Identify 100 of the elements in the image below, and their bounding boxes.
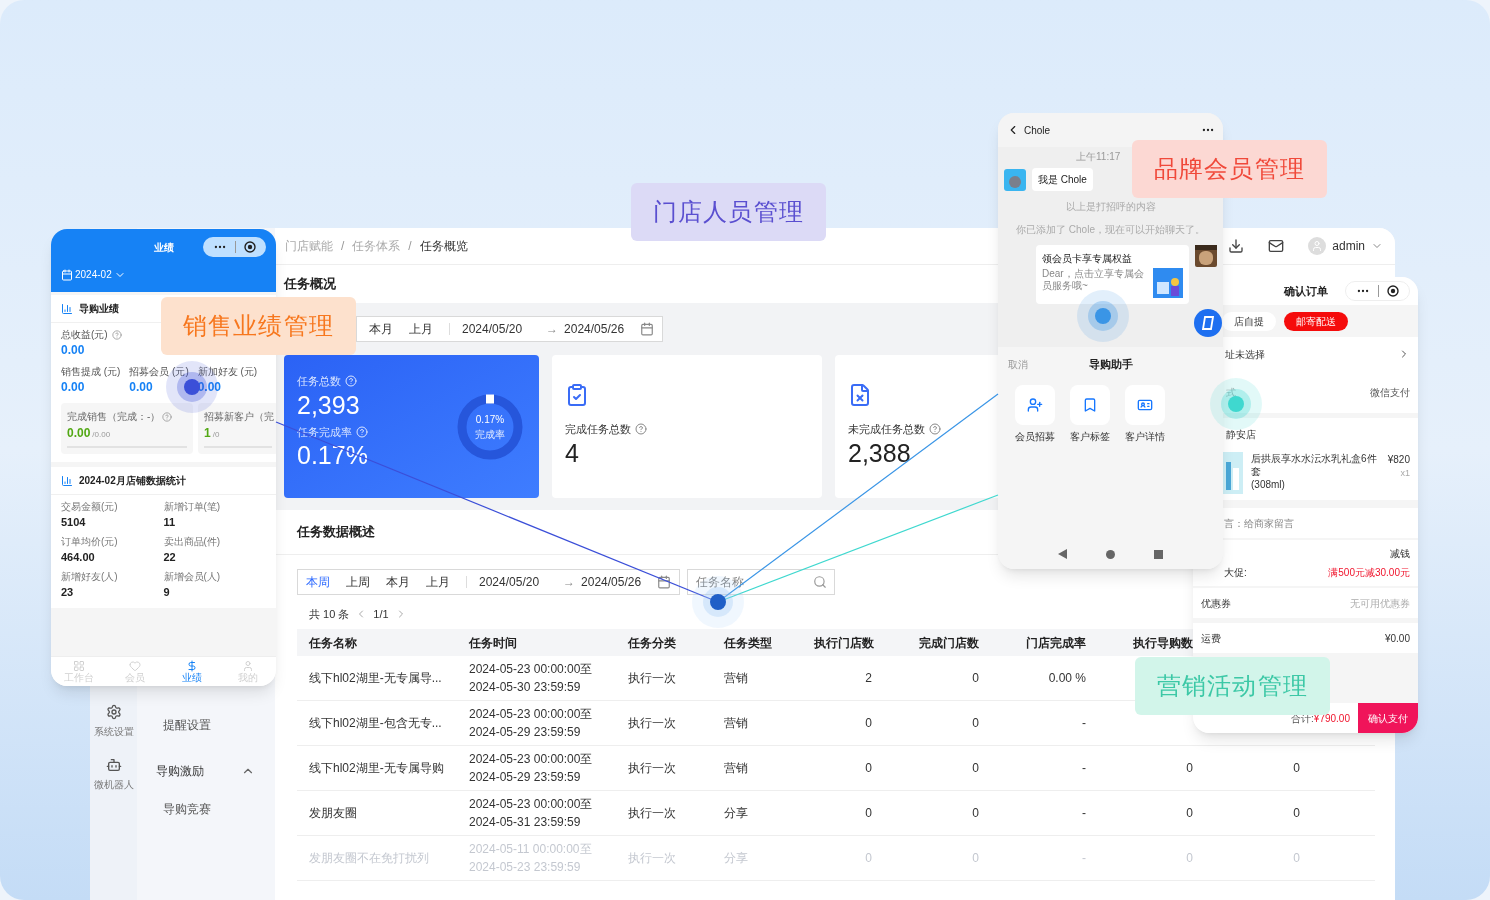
table-cell-text: 2024-05-23 00:00:00至 2024-05-30 23:59:59: [468, 661, 594, 696]
column-header: 任务分类: [627, 634, 677, 652]
submenu-item[interactable]: 提醒设置: [137, 706, 275, 744]
sidebar-nav-item[interactable]: 微机器人: [90, 757, 137, 792]
table-cell-text: 2: [864, 670, 873, 687]
search-field[interactable]: 任务名称: [687, 569, 836, 595]
shipping-value: ¥0.00: [1384, 631, 1410, 646]
card-label: 任务总数: [297, 374, 341, 389]
table-cell-text: 0: [971, 760, 980, 777]
calendar-icon: [657, 575, 672, 589]
table-cell-text: 营销: [723, 760, 749, 777]
table-cell-text: 2024-05-23 00:00:00至 2024-05-31 23:59:59: [468, 796, 594, 831]
date-range-filter[interactable]: 本月 上月 2024/05/20 → 2024/05/26: [356, 316, 664, 342]
card-value: 2,388: [848, 437, 911, 468]
screen-title: 业绩: [153, 240, 174, 255]
mail-icon[interactable]: [1268, 238, 1285, 254]
metric-value: 0.00: [61, 379, 86, 395]
system-note: 你已添加了 Chole，现在可以开始聊天了。: [1016, 223, 1205, 237]
table-cell-text: 线下hl02湖里-包含无专...: [308, 715, 443, 732]
delivery-option[interactable]: 邮寄配送: [1284, 311, 1348, 331]
period-tab[interactable]: 上月: [418, 573, 458, 591]
back-triangle-icon[interactable]: [1057, 549, 1067, 559]
stat-value: 11: [163, 515, 177, 530]
grid-icon: [73, 659, 86, 672]
message-bubble: 我是 Chole: [1032, 168, 1093, 191]
range-arrow: →: [563, 574, 576, 591]
table-cell-text: 0: [971, 805, 980, 822]
help-icon: [356, 425, 368, 438]
submenu-item[interactable]: 导购竞赛: [137, 790, 275, 828]
metric-label: 完成销售（完成：-）: [67, 410, 161, 424]
avatar-icon: [1004, 168, 1026, 191]
sidebar-nav-item[interactable]: 系统设置: [90, 704, 137, 739]
table-cell-text: 0: [971, 850, 980, 867]
heart-icon: [129, 659, 142, 672]
card-label: 未完成任务总数: [848, 422, 925, 437]
link-card[interactable]: 领会员卡享专属权益 Dear，点击立享专属会员服务哦~: [1036, 245, 1189, 304]
period-tab[interactable]: 上周: [338, 573, 378, 591]
stat-value: 22: [163, 550, 177, 565]
mini-program-capsule[interactable]: [203, 237, 266, 257]
period-tab[interactable]: 上月: [401, 320, 441, 338]
card-value: 0.17%: [297, 440, 368, 470]
user-menu[interactable]: admin: [1308, 237, 1383, 255]
feature-label-text: 营销活动管理: [1156, 671, 1309, 701]
discount-title: 减钱: [1390, 547, 1410, 561]
product-price: ¥820: [1387, 453, 1410, 467]
robot-icon: [105, 757, 122, 773]
table-cell-text: 线下hl02湖里-无专属导...: [308, 670, 443, 687]
address-text: 址未选择: [1225, 347, 1265, 362]
submenu-item[interactable]: 导购激励: [137, 752, 275, 790]
home-circle-icon[interactable]: [1106, 549, 1115, 559]
delivery-option[interactable]: 店自提: [1222, 311, 1276, 331]
card-label: 任务完成率: [297, 424, 352, 440]
breadcrumb-link[interactable]: 任务概览: [419, 237, 468, 255]
record-count: 共 10 条: [309, 606, 350, 622]
avatar-icon: [1308, 237, 1327, 255]
payment-method: 微信支付: [1370, 385, 1410, 400]
table-cell-text: 2024-05-23 00:00:00至 2024-05-29 23:59:59: [468, 751, 594, 786]
month-picker[interactable]: 2024-02: [61, 267, 266, 282]
calendar-icon: [640, 322, 655, 336]
table-cell-text: 执行一次: [627, 715, 677, 732]
period-tab[interactable]: 本周: [298, 573, 338, 591]
period-tab[interactable]: 本月: [378, 573, 418, 591]
stat-label: 新增订单(笔): [163, 500, 222, 514]
metric-label: 新加好友 (元): [197, 365, 259, 379]
table-cell-text: 0: [864, 805, 873, 822]
help-icon: [162, 411, 173, 422]
table-cell-text: 0: [1292, 850, 1301, 867]
target-icon: [1387, 285, 1399, 297]
promotion-label: 大促:: [1224, 566, 1247, 580]
recents-square-icon[interactable]: [1154, 549, 1164, 559]
section-title: 任务数据概述: [297, 523, 375, 542]
date-range-filter[interactable]: 本周 上周 本月 上月 2024/05/20 → 2024/05/26: [297, 569, 681, 595]
table-cell-text: 发朋友圈: [308, 805, 358, 822]
metric-value: 0.00: [67, 425, 91, 442]
help-icon: [111, 329, 122, 340]
target-icon: [244, 241, 256, 253]
id-card-icon: [1137, 397, 1153, 413]
calendar-icon: [61, 268, 73, 281]
download-icon[interactable]: [1228, 238, 1245, 254]
metric-target: /0.00: [92, 429, 111, 441]
stat-value: 9: [163, 585, 171, 600]
settings-icon: [105, 704, 122, 720]
help-icon: [635, 423, 647, 436]
mini-program-capsule[interactable]: [1345, 281, 1410, 301]
table-cell-text: 营销: [723, 670, 749, 687]
start-date: 2024/05/20: [462, 321, 523, 338]
pay-button[interactable]: 确认支付: [1358, 703, 1418, 733]
period-tab[interactable]: 本月: [361, 320, 401, 338]
table-cell-text: 0: [1292, 760, 1301, 777]
table-cell-text: 营销: [723, 715, 749, 732]
pulse-marker: [692, 576, 744, 628]
tab-bar-item[interactable]: 业绩: [163, 657, 220, 686]
table-cell-text: 0: [864, 715, 873, 732]
table-cell-text: 执行一次: [627, 805, 677, 822]
metric-value: 0.00: [61, 342, 86, 358]
table-cell-text: 分享: [723, 850, 749, 867]
contact-name: Chole: [1024, 123, 1051, 138]
table-cell-text: 0: [971, 670, 980, 687]
column-header: 完成门店数: [918, 634, 980, 652]
product-name: 后拱辰享水水沄水乳礼盒6件套 (308ml): [1251, 452, 1378, 492]
